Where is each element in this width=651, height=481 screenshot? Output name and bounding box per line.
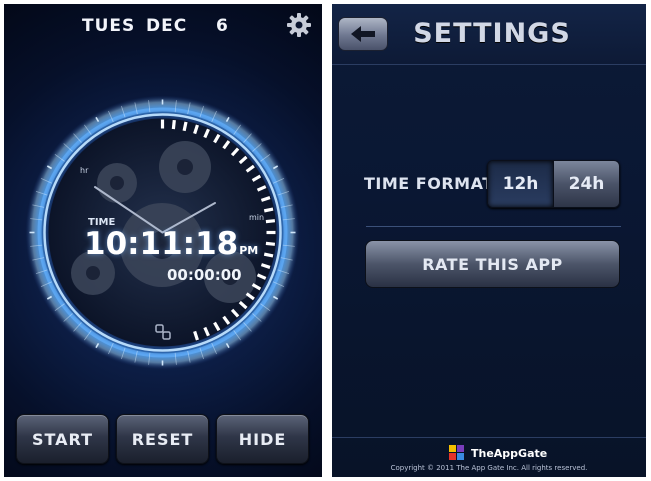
time-format-label: TIME FORMAT [364,174,494,193]
format-12h-option[interactable]: 12h [488,161,554,207]
reset-button[interactable]: RESET [116,414,209,464]
settings-header: SETTINGS [332,4,646,65]
footer-divider [332,437,646,438]
min-label: min [249,213,264,222]
gear-icon[interactable] [286,12,312,38]
start-button[interactable]: START [16,414,109,464]
hide-button[interactable]: HIDE [216,414,309,464]
seconds-mark [265,241,276,246]
brand-name: TheAppGate [471,446,548,460]
brand: TheAppGate [449,445,547,461]
clock-time: 10:11:18PM [84,226,258,262]
clock-time-value: 10:11:18 [84,226,239,262]
day-label: TUES [82,16,136,36]
seconds-mark [263,207,274,213]
ampm-label: PM [239,244,259,257]
copyright-text: Copyright © 2011 The App Gate Inc. All r… [390,464,588,472]
day-number-label: 6 [216,16,229,36]
page-title: SETTINGS [413,18,571,49]
seconds-mark [263,252,274,258]
seconds-mark [182,121,188,132]
clock-screen: TUES DEC 6 min hr TIME 10:11:18PM 00:00:… [4,4,322,477]
back-button[interactable] [338,17,388,51]
hr-label: hr [80,166,89,175]
settings-screen: SETTINGS TIME FORMAT 12h 24h RATE THIS A… [332,4,646,477]
seconds-mark [171,119,176,130]
time-format-toggle[interactable]: 12h 24h [487,160,620,208]
month-label: DEC [146,16,188,36]
seconds-mark [265,219,276,224]
stopwatch-readout: 00:00:00 [167,266,242,284]
format-24h-option[interactable]: 24h [554,161,619,207]
link-icon [155,324,171,340]
back-arrow-icon [351,26,375,42]
divider [366,226,621,227]
rate-app-button[interactable]: RATE THIS APP [365,240,620,288]
appgate-logo-icon [449,445,464,460]
